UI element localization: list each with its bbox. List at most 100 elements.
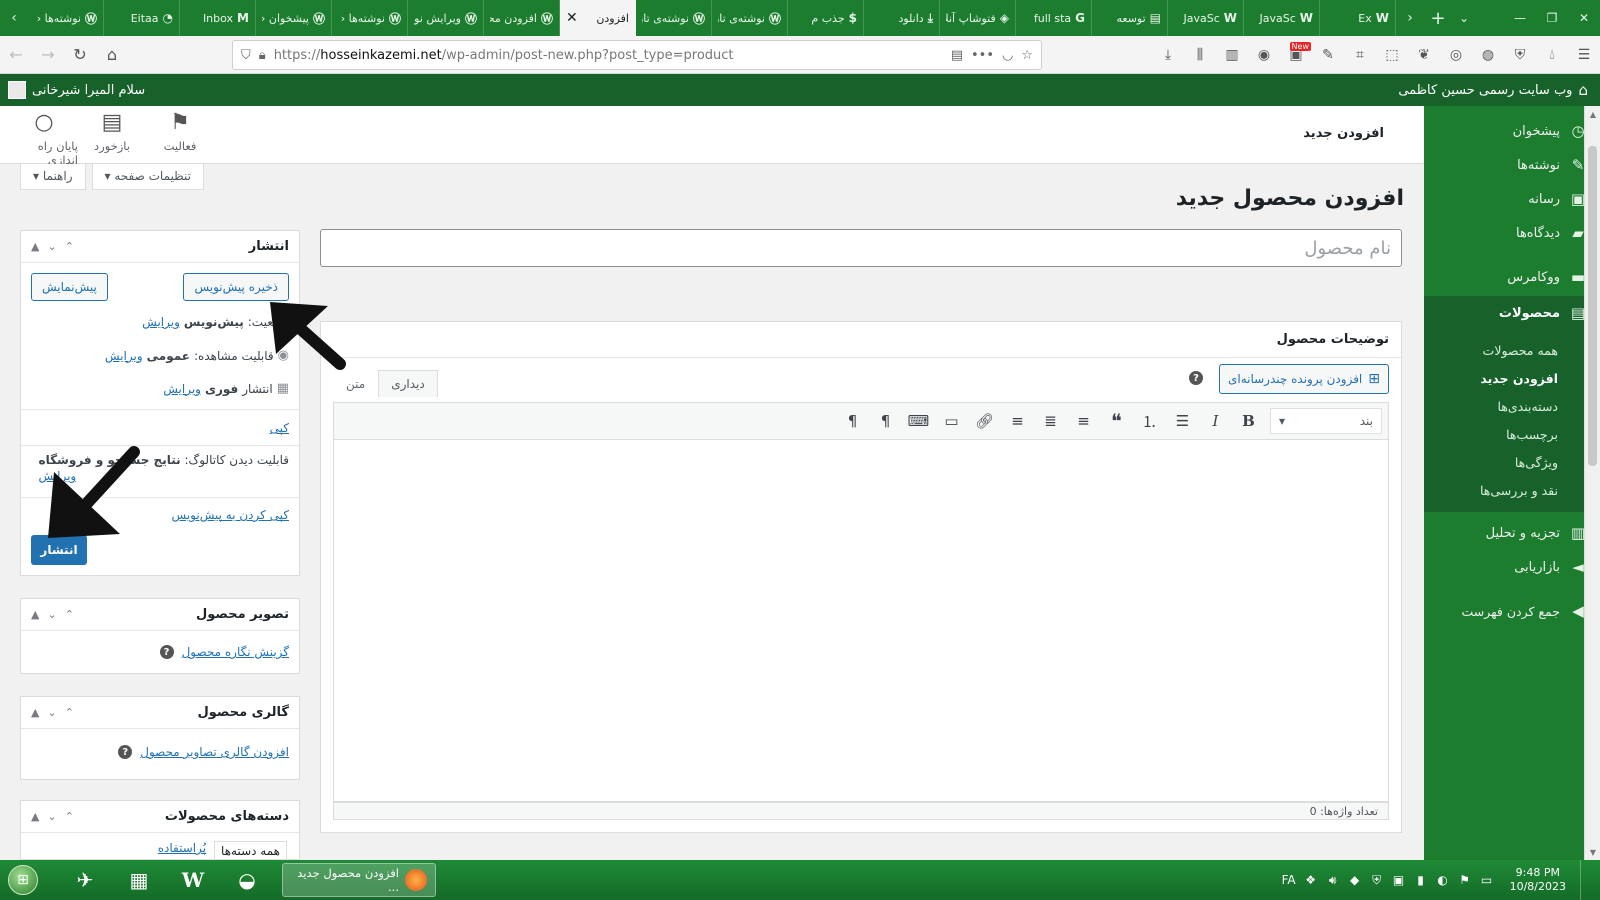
- vpn-shield-icon[interactable]: ⛨: [1504, 40, 1536, 70]
- edit-publish-time-link[interactable]: ویرایش: [163, 382, 201, 396]
- flag-icon[interactable]: ⚑: [1456, 873, 1474, 887]
- move-down-icon[interactable]: ⌄: [47, 810, 56, 823]
- show-desktop-button[interactable]: [1580, 860, 1592, 900]
- crop-icon[interactable]: ⌗: [1344, 40, 1376, 70]
- collapse-box-icon[interactable]: ⌃: [65, 810, 74, 823]
- sidebar-item[interactable]: ◷ پیشخوان: [1424, 114, 1600, 148]
- blockquote-icon[interactable]: ❝: [1101, 407, 1132, 435]
- move-down-icon[interactable]: ⌄: [47, 608, 56, 621]
- save-draft-button[interactable]: ذخیره پیش‌نویس: [183, 273, 289, 301]
- scroll-down-arrow-icon[interactable]: ▼: [1585, 844, 1600, 860]
- page-scrollbar[interactable]: ▲ ▼: [1584, 106, 1600, 860]
- align-right-icon[interactable]: ≡: [1002, 407, 1033, 435]
- help-button[interactable]: راهنما ▾: [20, 164, 86, 190]
- site-name[interactable]: وب سایت رسمی حسین کاظمی: [1398, 83, 1572, 98]
- submenu-item[interactable]: افزودن جدید: [1424, 364, 1600, 392]
- browser-tab[interactable]: M Inbox: [180, 0, 256, 36]
- browser-tab[interactable]: ⤓ دانلود: [864, 0, 940, 36]
- collapse-menu-button[interactable]: ◀ جمع کردن فهرست: [1424, 594, 1600, 628]
- anydesk-icon[interactable]: ◆: [1346, 873, 1364, 887]
- browser-tab[interactable]: Ⓦنوشته‌ها ‹ و: [332, 0, 408, 36]
- submenu-item[interactable]: همه محصولات: [1424, 336, 1600, 364]
- toolbar-toggle-icon[interactable]: ⌨: [903, 407, 934, 435]
- ltr-paragraph-icon[interactable]: ¶: [837, 407, 868, 435]
- move-up-icon[interactable]: ▲: [31, 706, 39, 719]
- browser-tab[interactable]: Ⓦنوشته‌ها ‹ و: [28, 0, 104, 36]
- collapse-box-icon[interactable]: ⌃: [65, 608, 74, 621]
- sidebar-icon[interactable]: ▥: [1216, 40, 1248, 70]
- sidebar-item[interactable]: ▣ رسانه: [1424, 182, 1600, 216]
- browser-tab[interactable]: ◈ فتوشاپ آنلا: [940, 0, 1016, 36]
- library-icon[interactable]: ⫼: [1184, 40, 1216, 70]
- header-action-button[interactable]: ⚑ فعالیت: [146, 110, 214, 167]
- shield-icon[interactable]: ⛉: [241, 48, 251, 63]
- browser-tab[interactable]: Gfull sta: [1016, 0, 1092, 36]
- language-indicator[interactable]: FA: [1280, 873, 1298, 887]
- add-media-button[interactable]: ⊞ افزودن پرونده چندرسانه‌ای: [1218, 364, 1389, 394]
- edit-visibility-link[interactable]: ویرایش: [105, 349, 143, 363]
- scroll-up-arrow-icon[interactable]: ▲: [1585, 106, 1600, 122]
- tab-scroll-left-button[interactable]: ‹: [0, 0, 28, 36]
- system-clock[interactable]: 9:48 PM 10/8/2023: [1510, 866, 1566, 894]
- edit-catalog-link[interactable]: ویرایش: [38, 469, 76, 483]
- set-product-image-link[interactable]: گزینش نگاره محصول: [182, 645, 289, 659]
- submenu-item[interactable]: ویژگی‌ها: [1424, 448, 1600, 476]
- screenshot-icon[interactable]: ⬚: [1376, 40, 1408, 70]
- url-text[interactable]: https://hosseinkazemi.net/wp-admin/post-…: [274, 48, 943, 63]
- bookmark-star-icon[interactable]: ☆: [1021, 48, 1033, 63]
- browser-tab[interactable]: ▤ توسعه: [1092, 0, 1168, 36]
- rtl-paragraph-icon[interactable]: ¶: [870, 407, 901, 435]
- green-extension-icon[interactable]: ◎: [1440, 40, 1472, 70]
- move-down-icon[interactable]: ⌄: [47, 706, 56, 719]
- add-gallery-images-link[interactable]: افزودن گالری تصاویر محصول: [140, 745, 289, 759]
- align-center-icon[interactable]: ≣: [1035, 407, 1066, 435]
- new-tab-button[interactable]: +: [1424, 0, 1452, 36]
- header-action-button[interactable]: ▤ بازخورد: [78, 110, 146, 167]
- tray-app-icon[interactable]: ❖: [1302, 873, 1320, 887]
- browser-tab[interactable]: Ⓦویرایش نوشته: [408, 0, 484, 36]
- tab-most-used[interactable]: پُراستفاده: [158, 841, 206, 859]
- sidebar-item[interactable]: ▥ تجزیه و تحلیل: [1424, 516, 1600, 550]
- back-button[interactable]: ←: [0, 40, 32, 70]
- collapse-box-icon[interactable]: ⌃: [65, 706, 74, 719]
- forward-button[interactable]: →: [32, 40, 64, 70]
- tab-text[interactable]: متن: [333, 370, 378, 397]
- browser-tab-active[interactable]: افزودن ✕: [560, 0, 636, 36]
- move-up-icon[interactable]: ▲: [31, 608, 39, 621]
- start-button[interactable]: ⊞: [0, 860, 46, 900]
- move-down-icon[interactable]: ⌄: [47, 240, 56, 253]
- publish-button[interactable]: انتشار: [31, 535, 87, 565]
- help-question-icon[interactable]: ?: [159, 645, 174, 659]
- sidebar-item[interactable]: ▬ ووکامرس: [1424, 260, 1600, 294]
- close-icon[interactable]: ✕: [566, 10, 578, 26]
- move-up-icon[interactable]: ▲: [31, 810, 39, 823]
- leaf-extension-icon[interactable]: ❦: [1408, 40, 1440, 70]
- browser-tab[interactable]: Ⓦ نوشته‌ی تاز: [636, 0, 712, 36]
- product-name-input[interactable]: [320, 229, 1402, 267]
- sidebar-item[interactable]: ◄ بازاریابی: [1424, 550, 1600, 584]
- copy-link[interactable]: کپی: [270, 421, 289, 435]
- browser-tab[interactable]: W JavaSc: [1168, 0, 1244, 36]
- browser-tab[interactable]: Ⓦپیشخوان ‹ و: [256, 0, 332, 36]
- restore-button[interactable]: ❐: [1536, 0, 1568, 36]
- menu-icon[interactable]: ☰: [1568, 40, 1600, 70]
- telegram-icon[interactable]: ✈: [58, 860, 112, 900]
- word-icon[interactable]: W: [166, 860, 220, 900]
- help-question-icon[interactable]: ?: [1189, 371, 1203, 385]
- speaker-icon[interactable]: ◐: [1434, 873, 1452, 887]
- internet-download-icon[interactable]: ◒: [220, 860, 274, 900]
- tab-visual[interactable]: دیداری: [378, 370, 438, 397]
- minimize-button[interactable]: —: [1504, 0, 1536, 36]
- move-up-icon[interactable]: ▲: [31, 240, 39, 253]
- sidebar-item[interactable]: ▤ محصولات: [1416, 296, 1600, 330]
- browser-tab[interactable]: W JavaSc: [1244, 0, 1320, 36]
- downloads-icon[interactable]: ⤓: [1152, 40, 1184, 70]
- tab-list-button[interactable]: ⌄: [1452, 0, 1476, 36]
- paragraph-format-select[interactable]: بند ▾: [1270, 408, 1382, 434]
- globe-extension-icon[interactable]: ◍: [1472, 40, 1504, 70]
- browser-tab[interactable]: W Ex: [1320, 0, 1396, 36]
- browser-tab[interactable]: Ⓦافزودن محص: [484, 0, 560, 36]
- account-icon[interactable]: ◉: [1248, 40, 1280, 70]
- firefox-taskbar-window[interactable]: افزودن محصول جدید ...: [282, 863, 436, 897]
- link-icon[interactable]: 🔗︎: [969, 407, 1000, 435]
